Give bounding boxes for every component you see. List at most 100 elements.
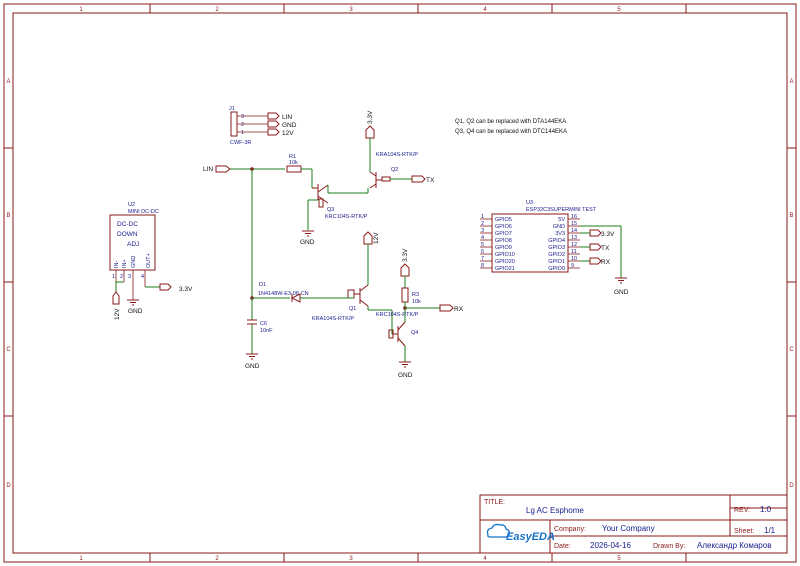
resistor-r3[interactable]: 3.3V R3 10k RX — [400, 248, 464, 313]
q4-net-gnd: GND — [398, 372, 413, 379]
u2-nets: 12V GND 3.3V — [112, 281, 193, 320]
q1-value: KRA104S-RTK/P — [312, 316, 354, 322]
q2-value: KRA104S-RTK/P — [376, 152, 418, 158]
transistor-q2[interactable]: 3.3V KRA104S-RTK/P Q2 TX — [365, 110, 435, 193]
r3-ref: R3 — [412, 292, 419, 298]
zone-labels: 1 2 3 4 5 1 2 3 4 5 A B C D A B C D — [6, 7, 794, 562]
zone-col-3: 3 — [349, 7, 353, 13]
u2-pin-1: 1 — [112, 274, 115, 280]
net-port-lin: LIN — [203, 165, 285, 173]
module-u2-dcdc[interactable]: U2 MINI DC-DC DC-DC DOWN ADJ 1 2 3 4 IN-… — [109, 202, 159, 300]
u2-text-adj: ADJ — [127, 241, 139, 248]
u3-left-pin-name: GPIO9 — [495, 245, 512, 251]
zone-row-d-right: D — [789, 483, 794, 489]
u3-name: ESP32C3SUPERMINI TEST — [526, 207, 597, 213]
zone-row-b: B — [6, 213, 10, 219]
logo-text: EasyEDA — [506, 531, 555, 543]
j1-pin-2: 2 — [241, 122, 244, 128]
c6-net-gnd: GND — [245, 363, 260, 370]
j1-name: CWF-3R — [230, 140, 251, 146]
u3-right-pin-num: 16 — [571, 214, 577, 220]
c6-ref: C6 — [260, 321, 267, 327]
u3-left-pin-name: GPIO10 — [495, 252, 515, 258]
u2-pin-name-gnd: GND — [131, 256, 137, 268]
j1-net-lin: LIN — [282, 114, 292, 121]
u3-net-rx: RX — [601, 259, 611, 266]
u3-left-pin-num: 3 — [481, 228, 484, 234]
company-value: Your Company — [602, 524, 655, 533]
u3-left-pin-name: GPIO20 — [495, 259, 515, 265]
q3-net-gnd: GND — [300, 239, 315, 246]
zone-row-d: D — [6, 483, 11, 489]
u2-pin-name-out-plus: OUT+ — [146, 253, 152, 268]
r3-value: 10k — [412, 299, 421, 305]
lin-port-label: LIN — [203, 166, 213, 173]
u3-right-pin-name: GPIO0 — [548, 266, 565, 272]
sheet-frame — [3, 3, 797, 563]
u3-right-pin-name: GPIO1 — [548, 259, 565, 265]
zone-col-4-bottom: 4 — [483, 556, 487, 562]
u3-ref: U3 — [526, 200, 533, 206]
j1-net-12v: 12V — [282, 130, 294, 137]
zone-col-2: 2 — [215, 7, 219, 13]
company-label: Company: — [554, 526, 586, 533]
easyeda-logo: EasyEDA — [486, 523, 555, 543]
j1-ref: J1 — [229, 106, 235, 112]
u2-text-dcdc: DC-DC — [117, 221, 138, 228]
u2-pin-4: 4 — [141, 274, 144, 280]
zone-row-c-right: C — [789, 347, 794, 353]
zone-col-3-bottom: 3 — [349, 556, 353, 562]
u3-right-pin-name: GPIO2 — [548, 252, 565, 258]
u2-name: MINI DC-DC — [128, 209, 159, 215]
r3-net-rx: RX — [454, 306, 464, 313]
u3-left-pin-num: 5 — [481, 242, 484, 248]
zone-col-5-bottom: 5 — [617, 556, 621, 562]
q3-ref: Q3 — [327, 207, 334, 213]
zone-col-1: 1 — [79, 7, 83, 13]
capacitor-c6[interactable]: C6 10nF GND — [245, 319, 273, 370]
u3-left-pin-name: GPIO8 — [495, 238, 512, 244]
u2-net-3v3: 3.3V — [179, 286, 193, 293]
title-block: TITLE: Lg AC Esphome REV: 1.0 Company: Y… — [479, 494, 788, 554]
c6-value: 10nF — [260, 328, 273, 334]
zone-col-1-bottom: 1 — [79, 556, 83, 562]
u3-left-pin-num: 2 — [481, 221, 484, 227]
zone-col-5: 5 — [617, 7, 621, 13]
u3-left-pin-num: 7 — [481, 256, 484, 262]
module-u3-esp32[interactable]: U3 ESP32C3SUPERMINI TEST 1 GPIO5 2 GPIO6 3 GP… — [480, 200, 597, 273]
transistor-q1[interactable]: 12V Q1 KRA104S-RTK/P — [312, 231, 393, 334]
zone-col-2-bottom: 2 — [215, 556, 219, 562]
transistor-q4[interactable]: KRC104S-RTK/P Q4 GND — [376, 308, 419, 379]
u2-net-gnd: GND — [128, 308, 143, 315]
q3-value: KRC104S-RTK/P — [325, 214, 368, 220]
u3-left-pin-name: GPIO6 — [495, 224, 512, 230]
u3-right-pin-num: 9 — [571, 263, 574, 269]
u3-left-pin-name: GPIO7 — [495, 231, 512, 237]
q1-ref: Q1 — [349, 306, 356, 312]
r1-value: 10k — [289, 160, 298, 166]
u3-right-pins: 16 5V 15 GND 14 3V3 13 GPIO4 12 GPIO3 11 GPIO2 10 GPI… — [548, 214, 580, 272]
u3-right-pin-num: 11 — [571, 249, 577, 255]
u3-left-pin-num: 4 — [481, 235, 484, 241]
q2-ref: Q2 — [391, 167, 398, 173]
q2-net-3v3: 3.3V — [367, 110, 374, 124]
d1-ref: D1 — [259, 282, 266, 288]
schematic-sheet: 1 2 3 4 5 1 2 3 4 5 A B C D A B C D Q1, … — [3, 3, 797, 563]
resistor-r1[interactable]: R1 10k — [286, 154, 313, 188]
d1-value: 1N4148W-E3-08-CN — [258, 291, 309, 297]
u2-pin-2: 2 — [120, 274, 123, 280]
date-value: 2026-04-16 — [590, 541, 631, 550]
r3-net-3v3: 3.3V — [402, 248, 409, 262]
notes: Q1, Q2 can be replaced with DTA144EKA Q3… — [455, 119, 567, 135]
u3-left-pin-num: 1 — [481, 214, 484, 220]
q2-net-tx: TX — [426, 177, 435, 184]
diode-d1[interactable]: D1 1N4148W-E3-08-CN — [252, 282, 346, 303]
transistor-q3[interactable]: Q3 KRC104S-RTK/P GND — [300, 184, 368, 246]
connector-j1[interactable]: J1 3 2 1 LIN GND 12V CWF-3R — [229, 106, 297, 146]
q4-value: KRC104S-RTK/P — [376, 312, 419, 318]
lin-wire-down — [250, 169, 254, 320]
u3-right-pin-name: GPIO3 — [548, 245, 565, 251]
zone-col-4: 4 — [483, 7, 487, 13]
j1-net-gnd: GND — [282, 122, 297, 129]
zone-row-a: A — [6, 79, 10, 85]
